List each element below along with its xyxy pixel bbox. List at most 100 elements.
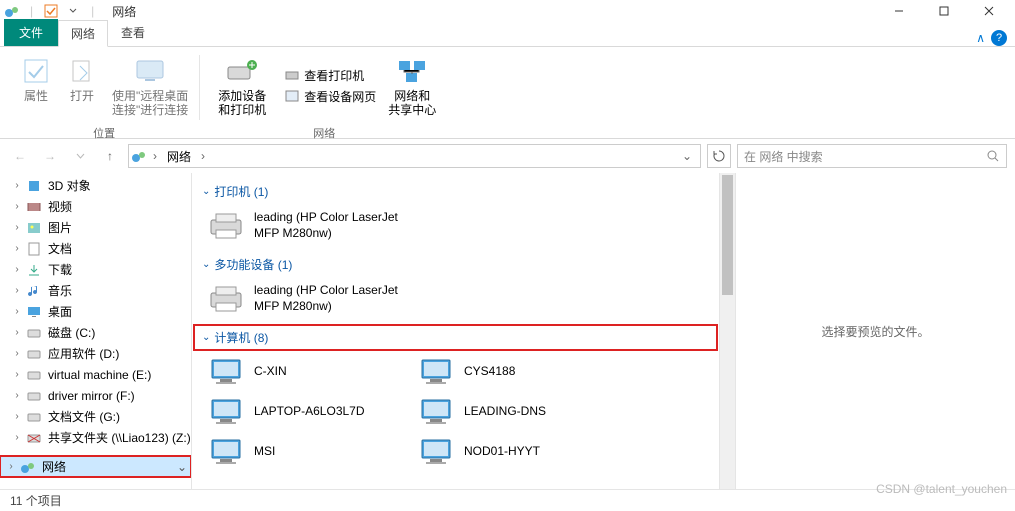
window-title: 网络 (112, 3, 136, 20)
expand-icon[interactable]: › (10, 222, 24, 233)
ribbon-collapse-icon[interactable]: ∧ (976, 31, 985, 45)
device-item[interactable]: C-XIN (202, 352, 412, 392)
tree-item[interactable]: ›virtual machine (E:) (0, 364, 191, 385)
minimize-button[interactable] (876, 0, 921, 23)
expand-icon[interactable]: › (10, 285, 24, 296)
tree-item[interactable]: ›共享文件夹 (\\Liao123) (Z:) (0, 427, 191, 448)
device-label: MSI (254, 444, 408, 460)
status-item-count: 11 个项目 (10, 492, 62, 509)
tab-view[interactable]: 查看 (108, 19, 158, 46)
device-item[interactable]: CYS4188 (412, 352, 622, 392)
ribbon-properties[interactable]: 属性 (14, 51, 58, 122)
expand-icon[interactable]: › (10, 369, 24, 380)
tree-item[interactable]: ›应用软件 (D:) (0, 343, 191, 364)
device-label: LEADING-DNS (464, 404, 618, 420)
device-item[interactable]: NOD01-HYYT (412, 432, 622, 472)
tree-item[interactable]: › 3D 对象 (0, 175, 191, 196)
search-icon (986, 149, 1000, 163)
tree-label: driver mirror (F:) (48, 389, 135, 403)
device-item[interactable]: MSI (202, 432, 412, 472)
help-icon[interactable]: ? (991, 30, 1007, 46)
expand-icon[interactable]: › (10, 411, 24, 422)
tree-item[interactable]: ›音乐 (0, 280, 191, 301)
expand-icon[interactable]: › (10, 180, 24, 191)
ribbon-open[interactable]: 打开 (60, 51, 104, 122)
search-input[interactable]: 在 网络 中搜索 (737, 144, 1007, 168)
maximize-button[interactable] (921, 0, 966, 23)
qat-dropdown-icon[interactable] (65, 3, 81, 19)
device-item[interactable]: leading (HP Color LaserJet MFP M280nw) (202, 279, 412, 319)
folder-icon (26, 262, 42, 278)
address-dropdown-icon[interactable]: ⌄ (676, 149, 698, 163)
expand-icon[interactable]: › (10, 264, 24, 275)
computer-icon (206, 356, 246, 388)
expand-icon[interactable]: › (10, 348, 24, 359)
watermark: CSDN @talent_youchen (876, 482, 1007, 496)
expand-icon[interactable]: › (10, 432, 24, 443)
tab-file[interactable]: 文件 (4, 19, 58, 46)
expand-icon[interactable]: › (10, 201, 24, 212)
computer-icon (206, 436, 246, 468)
device-item[interactable]: LAPTOP-A6LO3L7D (202, 392, 412, 432)
navigation-tree[interactable]: ›3D 对象›视频›图片›文档›下载›音乐›桌面›磁盘 (C:)›应用软件 (D… (0, 173, 192, 489)
chevron-down-icon[interactable]: ⌄ (177, 460, 191, 474)
folder-icon (26, 325, 42, 341)
back-button[interactable]: ← (8, 144, 32, 168)
tree-label: 桌面 (48, 303, 72, 320)
tree-item[interactable]: › 磁盘 (C:) (0, 322, 191, 343)
expand-icon[interactable]: › (10, 327, 24, 338)
ribbon-network-center[interactable]: 网络和 共享中心 (382, 51, 442, 122)
device-item[interactable]: LEADING-DNS (412, 392, 622, 432)
recent-dropdown[interactable] (68, 144, 92, 168)
folder-icon (26, 178, 42, 194)
network-icon (131, 148, 147, 164)
tab-network[interactable]: 网络 (58, 20, 108, 47)
folder-icon (26, 346, 42, 362)
device-label: CYS4188 (464, 364, 618, 380)
chevron-down-icon: ⌄ (202, 186, 210, 197)
tree-item[interactable]: ›下载 (0, 259, 191, 280)
qat-properties-icon[interactable] (43, 3, 59, 19)
tree-item[interactable]: ›文档文件 (G:) (0, 406, 191, 427)
tree-item[interactable]: ›视频 (0, 196, 191, 217)
device-label: leading (HP Color LaserJet MFP M280nw) (254, 283, 408, 314)
ribbon-view-printers[interactable]: 查看打印机 (280, 65, 380, 86)
expand-icon[interactable]: › (10, 390, 24, 401)
tree-item[interactable]: › 桌面 (0, 301, 191, 322)
group-header[interactable]: ⌄计算机 (8) (194, 325, 717, 350)
group-header[interactable]: ⌄ 打印机 (1) (194, 179, 717, 204)
chevron-right-icon[interactable]: › (151, 149, 159, 163)
device-item[interactable]: leading (HP Color LaserJet MFP M280nw) (202, 206, 412, 246)
group-name: 打印机 (1) (214, 183, 268, 200)
chevron-right-icon[interactable]: › (199, 149, 207, 163)
tree-item-network[interactable]: ›网络⌄ (0, 456, 191, 477)
group-header[interactable]: ⌄多功能设备 (1) (194, 252, 717, 277)
up-button[interactable]: ↑ (98, 144, 122, 168)
breadcrumb-network[interactable]: 网络 (163, 146, 195, 167)
forward-button[interactable]: → (38, 144, 62, 168)
tree-item[interactable]: ›文档 (0, 238, 191, 259)
scrollbar[interactable] (719, 173, 735, 489)
preview-pane: 选择要预览的文件。 (735, 173, 1015, 489)
computer-icon (416, 396, 456, 428)
tree-item[interactable]: ›图片 (0, 217, 191, 238)
items-view[interactable]: ⌄ 打印机 (1) leading (HP Color LaserJet MFP M… (192, 173, 719, 489)
folder-icon (26, 199, 42, 215)
folder-icon (26, 304, 42, 320)
expand-icon[interactable]: › (10, 306, 24, 317)
tree-item[interactable]: › driver mirror (F:) (0, 385, 191, 406)
folder-icon (26, 388, 42, 404)
search-placeholder: 在 网络 中搜索 (744, 148, 823, 165)
tree-label: 3D 对象 (48, 177, 91, 194)
address-bar[interactable]: › 网络 › ⌄ (128, 144, 701, 168)
device-label: LAPTOP-A6LO3L7D (254, 404, 408, 420)
close-button[interactable] (966, 0, 1011, 23)
ribbon-remote-desktop[interactable]: 使用"远程桌面 连接"进行连接 (106, 51, 194, 122)
refresh-button[interactable] (707, 144, 731, 168)
tree-label: 磁盘 (C:) (48, 324, 95, 341)
ribbon-add-devices[interactable]: 添加设备 和打印机 (206, 51, 278, 122)
scrollbar-thumb[interactable] (722, 175, 733, 295)
expand-icon[interactable]: › (4, 461, 18, 472)
expand-icon[interactable]: › (10, 243, 24, 254)
ribbon-view-devices[interactable]: 查看设备网页 (280, 86, 380, 107)
